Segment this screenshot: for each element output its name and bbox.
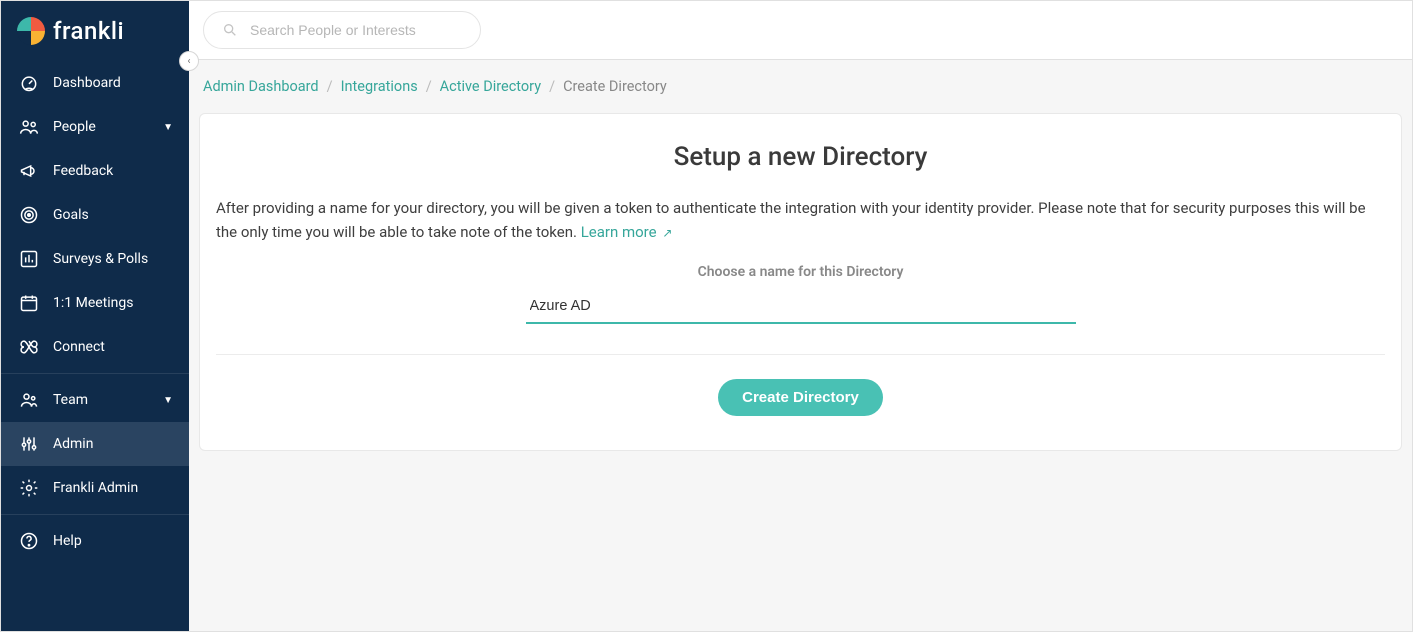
infinity-icon [19, 337, 39, 357]
sidebar-item-surveys[interactable]: Surveys & Polls [1, 237, 189, 281]
description: After providing a name for your director… [216, 196, 1385, 244]
sidebar-item-admin[interactable]: Admin [1, 422, 189, 466]
nav-divider [1, 514, 189, 515]
team-icon [19, 390, 39, 410]
breadcrumb-link[interactable]: Active Directory [440, 78, 541, 95]
poll-icon [19, 249, 39, 269]
chevron-left-icon: ‹ [187, 56, 190, 67]
sidebar-collapse-toggle[interactable]: ‹ [179, 51, 199, 71]
sidebar-item-label: Team [53, 392, 88, 408]
sidebar-item-goals[interactable]: Goals [1, 193, 189, 237]
brand-name: frankli [53, 17, 124, 45]
sidebar-item-label: Goals [53, 207, 89, 223]
breadcrumb-separator: / [549, 78, 555, 95]
logo-icon [17, 17, 45, 45]
breadcrumb: Admin Dashboard / Integrations / Active … [199, 60, 1402, 113]
learn-more-link[interactable]: Learn more ↗ [581, 223, 673, 241]
brand-logo[interactable]: frankli [1, 5, 189, 61]
search-input[interactable] [250, 22, 462, 38]
sidebar-item-label: Help [53, 533, 82, 549]
sidebar-item-label: Surveys & Polls [53, 251, 148, 267]
create-directory-button[interactable]: Create Directory [718, 379, 883, 416]
people-icon [19, 117, 39, 137]
sidebar-item-label: 1:1 Meetings [53, 295, 133, 311]
breadcrumb-link[interactable]: Integrations [341, 78, 418, 95]
breadcrumb-current: Create Directory [563, 78, 667, 95]
megaphone-icon [19, 161, 39, 181]
breadcrumb-link[interactable]: Admin Dashboard [203, 78, 319, 95]
sidebar-item-label: People [53, 119, 96, 135]
topbar [189, 1, 1412, 60]
sidebar-item-label: Dashboard [53, 75, 121, 91]
sidebar-item-label: Feedback [53, 163, 113, 179]
nav-divider [1, 373, 189, 374]
sidebar-item-people[interactable]: People ▼ [1, 105, 189, 149]
search-icon [222, 22, 238, 38]
external-link-icon: ↗ [662, 226, 672, 240]
page-title: Setup a new Directory [216, 142, 1385, 172]
gear-icon [19, 478, 39, 498]
sidebar-item-help[interactable]: Help [1, 519, 189, 563]
sliders-icon [19, 434, 39, 454]
breadcrumb-separator: / [426, 78, 432, 95]
gauge-icon [19, 73, 39, 93]
chevron-down-icon: ▼ [163, 395, 173, 406]
setup-card: Setup a new Directory After providing a … [199, 113, 1402, 451]
calendar-icon [19, 293, 39, 313]
sidebar-item-label: Connect [53, 339, 105, 355]
sidebar-item-feedback[interactable]: Feedback [1, 149, 189, 193]
directory-name-label: Choose a name for this Directory [216, 264, 1385, 280]
breadcrumb-separator: / [327, 78, 333, 95]
sidebar-item-connect[interactable]: Connect [1, 325, 189, 369]
search-box[interactable] [203, 11, 481, 49]
chevron-down-icon: ▼ [163, 122, 173, 133]
help-icon [19, 531, 39, 551]
sidebar-item-dashboard[interactable]: Dashboard [1, 61, 189, 105]
directory-name-input[interactable] [526, 290, 1076, 324]
description-text: After providing a name for your director… [216, 199, 1366, 241]
sidebar: frankli Dashboard People ▼ [1, 1, 189, 631]
main-area: Admin Dashboard / Integrations / Active … [189, 1, 1412, 631]
sidebar-item-label: Frankli Admin [53, 480, 138, 496]
sidebar-item-team[interactable]: Team ▼ [1, 378, 189, 422]
sidebar-item-frankli-admin[interactable]: Frankli Admin [1, 466, 189, 510]
sidebar-item-meetings[interactable]: 1:1 Meetings [1, 281, 189, 325]
target-icon [19, 205, 39, 225]
divider [216, 354, 1385, 355]
sidebar-item-label: Admin [53, 436, 93, 452]
